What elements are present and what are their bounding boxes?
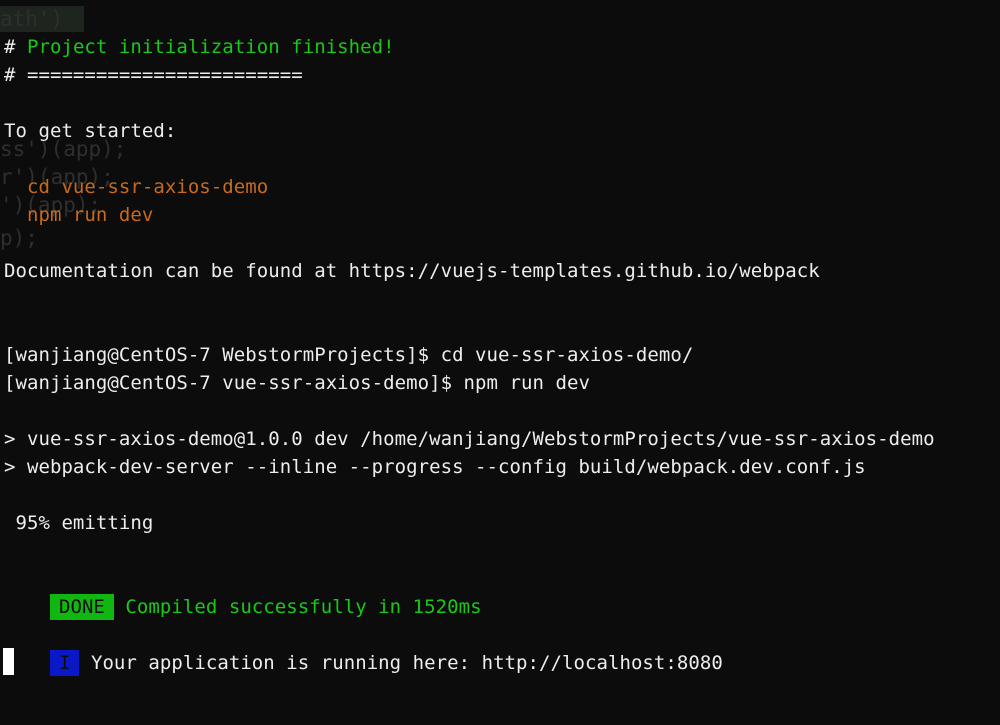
npm-command-line: npm run dev bbox=[4, 204, 154, 226]
text-cursor[interactable] bbox=[3, 648, 14, 675]
prompt-line-2: [wanjiang@CentOS-7 vue-ssr-axios-demo]$ … bbox=[4, 372, 590, 394]
script-line-2: > webpack-dev-server --inline --progress… bbox=[4, 456, 866, 478]
done-badge: DONE bbox=[49, 594, 114, 620]
separator-line: # ======================== bbox=[4, 64, 303, 86]
docs-line: Documentation can be found at https://vu… bbox=[4, 260, 820, 282]
prompt-line-1: [wanjiang@CentOS-7 WebstormProjects]$ cd… bbox=[4, 344, 694, 366]
done-message: Compiled successfully in 1520ms bbox=[113, 596, 482, 618]
info-message: Your application is running here: http:/… bbox=[79, 652, 723, 674]
done-line: DONE Compiled successfully in 1520ms bbox=[4, 565, 482, 620]
comment-text: # Project initialization finished! bbox=[4, 36, 395, 58]
info-badge: I bbox=[49, 650, 80, 676]
get-started-line: To get started: bbox=[4, 120, 177, 142]
progress-line: 95% emitting bbox=[4, 512, 154, 534]
cd-command-line: cd vue-ssr-axios-demo bbox=[4, 176, 269, 198]
script-line-1: > vue-ssr-axios-demo@1.0.0 dev /home/wan… bbox=[4, 428, 935, 450]
init-finished-line: # Project initialization finished! bbox=[4, 33, 395, 61]
info-line: I Your application is running here: http… bbox=[4, 621, 723, 676]
ghost-code-line: ath') bbox=[0, 7, 64, 31]
